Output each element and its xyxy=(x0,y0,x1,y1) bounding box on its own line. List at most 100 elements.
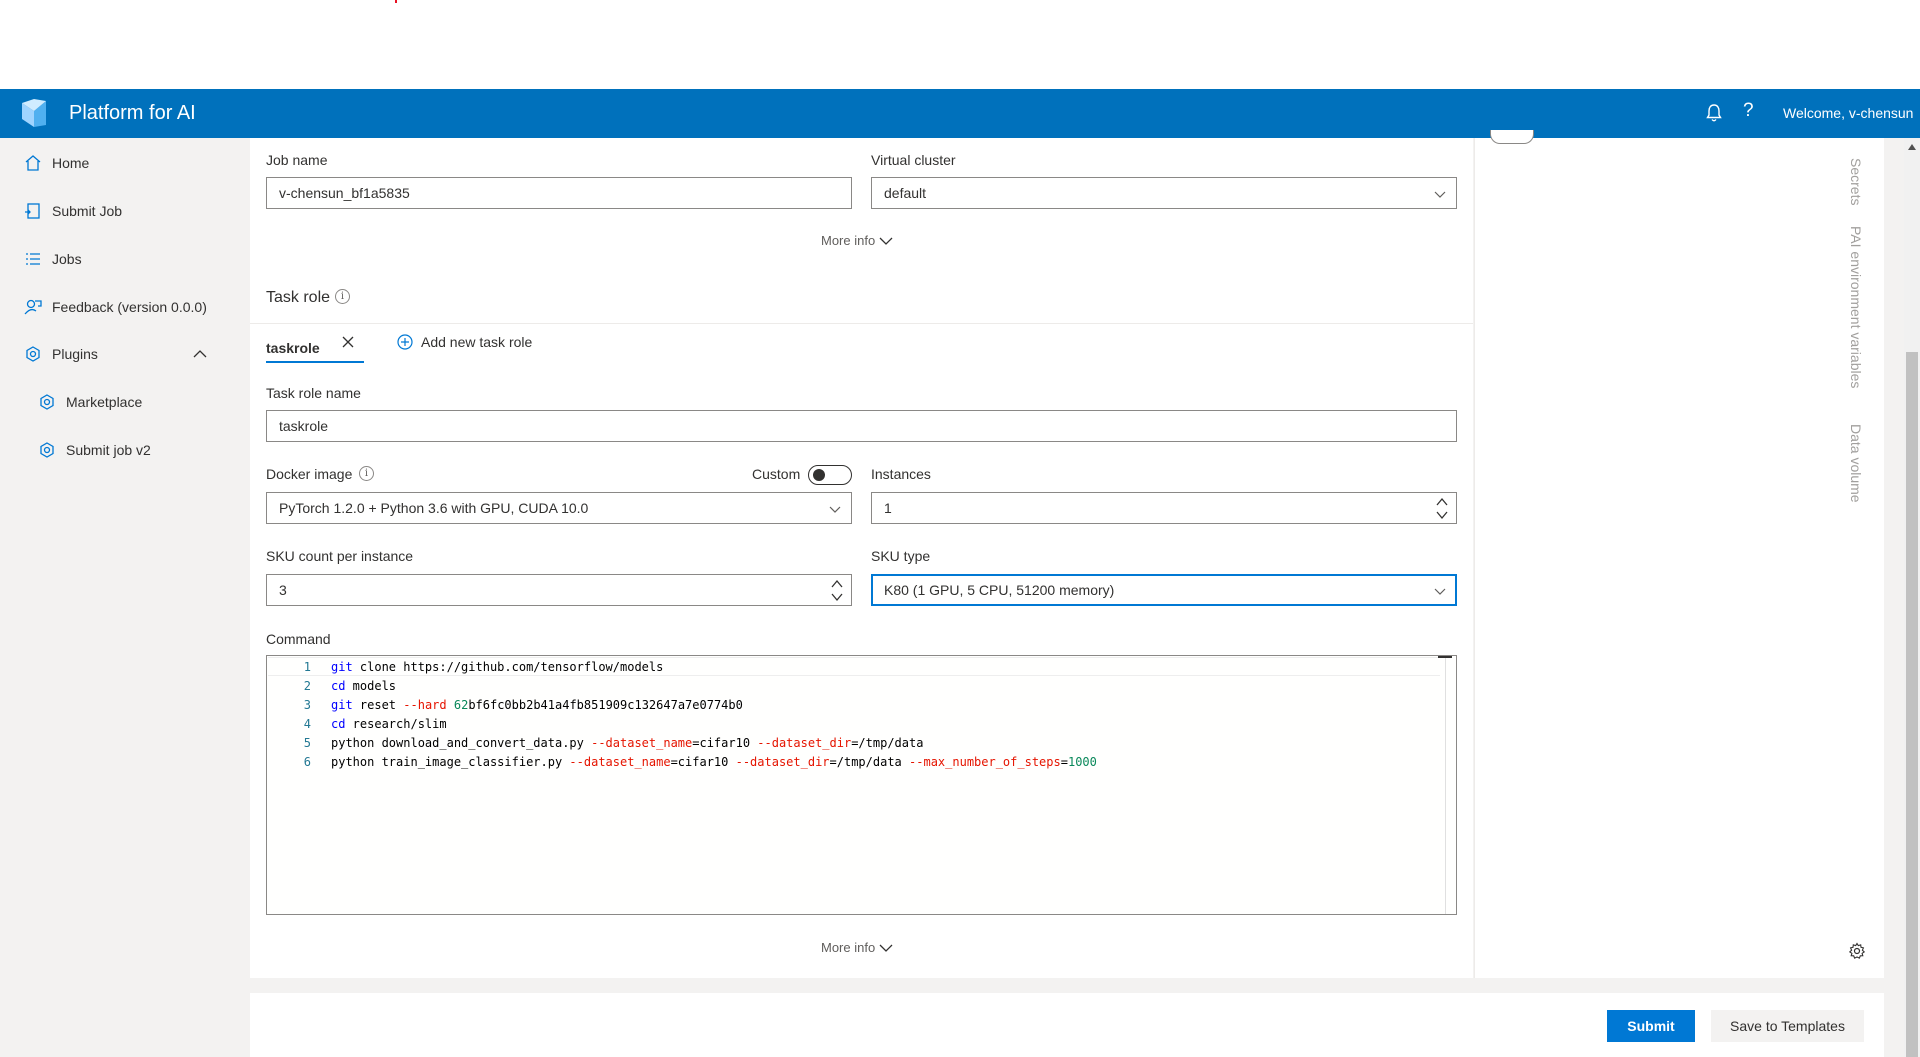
list-icon xyxy=(26,253,40,265)
line-number: 5 xyxy=(303,735,311,750)
sidebar-item-jobs[interactable]: Jobs xyxy=(0,239,230,279)
instances-spin-input[interactable]: 1 xyxy=(871,492,1457,524)
job-name-input[interactable]: v-chensun_bf1a5835 xyxy=(266,177,852,209)
sku-type-dropdown[interactable]: K80 (1 GPU, 5 CPU, 51200 memory) xyxy=(871,574,1457,606)
line-number: 2 xyxy=(303,678,311,693)
chevron-up-icon[interactable] xyxy=(192,346,208,362)
code-text: git reset --hard 62bf6fc0bb2b41a4fb85190… xyxy=(331,697,743,712)
top-blank-strip xyxy=(0,0,1920,89)
sidebar-item-submit-job[interactable]: Submit Job xyxy=(0,191,230,231)
custom-docker-toggle[interactable] xyxy=(808,465,852,485)
spin-up-icon[interactable] xyxy=(1436,496,1448,508)
help-icon[interactable]: ? xyxy=(1743,100,1754,122)
panel-toggle-partial[interactable] xyxy=(1490,130,1534,144)
sku-count-spin-input[interactable]: 3 xyxy=(266,574,852,606)
toggle-knob xyxy=(813,469,825,481)
task-role-name-label: Task role name xyxy=(266,385,361,401)
app-title[interactable]: Platform for AI xyxy=(69,102,196,125)
sidebar: Home Submit Job Jobs Feedback (version 0… xyxy=(0,138,230,1057)
task-role-name-input[interactable]: taskrole xyxy=(266,410,1457,442)
line-number: 3 xyxy=(303,697,311,712)
sku-count-value: 3 xyxy=(279,582,287,598)
tab-pai-env-vars[interactable]: PAI environment variables xyxy=(1848,226,1864,388)
scroll-up-arrow-icon[interactable] xyxy=(1907,143,1917,151)
command-editor[interactable]: 1 git clone https://github.com/tensorflow… xyxy=(266,655,1457,915)
spin-down-icon[interactable] xyxy=(1436,509,1448,521)
virtual-cluster-dropdown[interactable]: default xyxy=(871,177,1457,209)
feedback-icon xyxy=(24,299,42,315)
chevron-down-icon xyxy=(1434,191,1446,198)
plugin-icon xyxy=(40,442,54,458)
sidebar-item-marketplace[interactable]: Marketplace xyxy=(0,382,230,422)
more-info-label: More info xyxy=(821,233,876,248)
docker-image-label: Docker image xyxy=(266,466,353,482)
red-marker xyxy=(395,0,397,3)
submit-button[interactable]: Submit xyxy=(1607,1010,1695,1042)
job-name-label: Job name xyxy=(266,152,328,168)
code-text: cd research/slim xyxy=(331,716,447,731)
spin-up-icon[interactable] xyxy=(831,578,843,590)
plugin-icon xyxy=(26,346,40,362)
docker-image-dropdown[interactable]: PyTorch 1.2.0 + Python 3.6 with GPU, CUD… xyxy=(266,492,852,524)
editor-overview-ruler xyxy=(1438,656,1452,658)
virtual-cluster-label: Virtual cluster xyxy=(871,152,956,168)
sidebar-item-label: Jobs xyxy=(52,251,82,267)
side-panel xyxy=(1474,138,1884,978)
spin-down-icon[interactable] xyxy=(831,591,843,603)
side-tabs: Secrets PAI environment variables Data v… xyxy=(1846,150,1872,530)
sidebar-item-label: Plugins xyxy=(52,346,98,362)
sidebar-item-home[interactable]: Home xyxy=(0,143,230,183)
sidebar-item-plugins[interactable]: Plugins xyxy=(0,334,230,374)
app-header: Platform for AI ? Welcome, v-chensun xyxy=(0,89,1920,138)
code-text: git clone https://github.com/tensorflow/… xyxy=(331,659,664,674)
info-icon[interactable]: i xyxy=(335,289,350,304)
sidebar-item-feedback[interactable]: Feedback (version 0.0.0) xyxy=(0,287,230,327)
code-text: python train_image_classifier.py --datas… xyxy=(331,754,1097,769)
chevron-down-icon xyxy=(829,506,841,513)
info-icon[interactable]: i xyxy=(359,466,374,481)
add-circle-icon xyxy=(397,334,413,350)
sidebar-item-label: Marketplace xyxy=(66,394,143,410)
welcome-user[interactable]: Welcome, v-chensun xyxy=(1783,105,1913,121)
more-info-label: More info xyxy=(821,940,876,955)
sku-type-value: K80 (1 GPU, 5 CPU, 51200 memory) xyxy=(884,582,1115,598)
add-task-role-button[interactable]: Add new task role xyxy=(397,334,532,350)
bell-icon[interactable] xyxy=(1704,102,1724,124)
gear-icon[interactable] xyxy=(1848,942,1866,960)
code-text: python download_and_convert_data.py --da… xyxy=(331,735,924,750)
page-scrollbar-thumb[interactable] xyxy=(1906,352,1918,1057)
virtual-cluster-value: default xyxy=(884,185,927,201)
tab-data-volume[interactable]: Data volume xyxy=(1848,424,1864,503)
home-icon xyxy=(25,155,41,171)
job-name-value: v-chensun_bf1a5835 xyxy=(279,185,410,201)
chevron-down-icon xyxy=(879,237,893,245)
plugin-icon xyxy=(40,394,54,410)
close-icon[interactable] xyxy=(340,334,356,350)
section-divider xyxy=(250,323,1473,324)
submit-job-icon xyxy=(25,203,40,219)
save-to-templates-button[interactable]: Save to Templates xyxy=(1711,1010,1864,1042)
more-info-top-link[interactable]: More info xyxy=(821,233,893,248)
sidebar-item-label: Submit Job xyxy=(52,203,123,219)
tab-taskrole[interactable]: taskrole xyxy=(266,332,320,364)
sidebar-item-submit-job-v2[interactable]: Submit job v2 xyxy=(0,430,230,470)
pai-logo-icon xyxy=(22,99,46,127)
command-label: Command xyxy=(266,631,331,647)
sidebar-item-label: Feedback (version 0.0.0) xyxy=(52,299,207,315)
more-info-bottom-link[interactable]: More info xyxy=(821,940,893,955)
sidebar-item-label: Home xyxy=(52,155,90,171)
task-role-name-value: taskrole xyxy=(279,418,329,434)
add-task-role-label: Add new task role xyxy=(421,334,533,350)
line-number: 4 xyxy=(303,716,311,731)
tab-secrets[interactable]: Secrets xyxy=(1848,158,1864,205)
docker-image-value: PyTorch 1.2.0 + Python 3.6 with GPU, CUD… xyxy=(279,500,589,516)
tab-label: taskrole xyxy=(266,340,320,356)
code-text: cd models xyxy=(331,678,397,693)
task-role-title: Task role xyxy=(266,289,331,306)
editor-scrollbar[interactable] xyxy=(1445,656,1446,914)
line-number: 6 xyxy=(303,754,311,769)
line-number: 1 xyxy=(303,659,311,674)
instances-value: 1 xyxy=(884,500,892,516)
sku-count-label: SKU count per instance xyxy=(266,548,414,564)
chevron-down-icon xyxy=(1434,588,1446,595)
